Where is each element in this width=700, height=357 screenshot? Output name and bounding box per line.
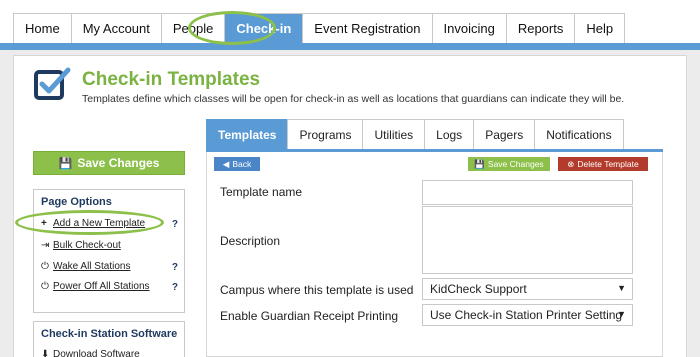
tab-templates[interactable]: Templates (206, 119, 289, 149)
nav-tab-check-in[interactable]: Check-in (224, 13, 303, 43)
nav-underline-bar (0, 43, 700, 50)
receipt-printing-label: Enable Guardian Receipt Printing (220, 309, 399, 323)
wake-stations-link[interactable]: ⏻ Wake All Stations (41, 261, 130, 272)
download-software-label: Download Software (53, 349, 140, 357)
description-textarea[interactable] (422, 206, 633, 274)
help-icon-add-template[interactable]: ? (172, 219, 178, 230)
download-icon: ⬇ (41, 349, 50, 357)
nav-tab-help[interactable]: Help (574, 13, 626, 43)
power-icon: ⏻ (41, 261, 49, 272)
checkbox-icon (34, 67, 71, 100)
nav-tab-people[interactable]: People (160, 13, 225, 43)
template-name-label: Template name (220, 185, 303, 199)
tab-notifications[interactable]: Notifications (534, 119, 624, 149)
save-icon: 💾 (474, 158, 485, 169)
nav-tab-my-account[interactable]: My Account (70, 13, 161, 43)
delete-template-button[interactable]: ⊗ Delete Template (558, 157, 648, 171)
campus-select-value: KidCheck Support (430, 282, 527, 296)
station-software-title: Check-in Station Software (41, 328, 178, 340)
campus-select[interactable]: KidCheck Support ▼ (422, 278, 633, 300)
template-name-input[interactable] (422, 180, 633, 205)
receipt-printing-select-value: Use Check-in Station Printer Setting (430, 308, 623, 322)
help-icon-power-off[interactable]: ? (172, 282, 178, 293)
receipt-printing-select[interactable]: Use Check-in Station Printer Setting ▼ (422, 304, 633, 326)
top-navigation: Home My Account People Check-in Event Re… (13, 13, 626, 43)
tab-programs[interactable]: Programs (287, 119, 364, 149)
back-arrow-icon: ◀ (222, 158, 230, 169)
nav-tab-reports[interactable]: Reports (505, 13, 575, 43)
bulk-checkout-label: Bulk Check-out (53, 240, 121, 251)
delete-template-label: Delete Template (577, 159, 639, 169)
nav-tab-home[interactable]: Home (13, 13, 71, 43)
add-template-link[interactable]: + Add a New Template (41, 218, 145, 229)
tab-logs[interactable]: Logs (424, 119, 475, 149)
power-off-stations-label: Power Off All Stations (53, 281, 150, 292)
campus-label: Campus where this template is used (220, 283, 414, 297)
tab-utilities[interactable]: Utilities (362, 119, 426, 149)
save-changes-label: Save Changes (77, 156, 160, 170)
tab-pagers[interactable]: Pagers (473, 119, 536, 149)
back-label: Back (232, 159, 252, 169)
power-icon: ⏻ (41, 281, 49, 292)
save-changes-button[interactable]: 💾 Save Changes (33, 151, 185, 175)
back-button[interactable]: ◀ Back (214, 157, 260, 171)
description-label: Description (220, 234, 281, 248)
save-icon: 💾 (58, 157, 73, 170)
save-changes-small-button[interactable]: 💾 Save Changes (468, 157, 550, 171)
page-options-title: Page Options (41, 196, 112, 208)
dropdown-caret-icon: ▼ (617, 283, 626, 293)
save-changes-small-label: Save Changes (487, 159, 544, 169)
delete-icon: ⊗ (567, 158, 575, 169)
nav-tab-event-registration[interactable]: Event Registration (302, 13, 432, 43)
page-options-box: Page Options + Add a New Template ? ⇥ Bu… (33, 189, 185, 313)
nav-tab-invoicing[interactable]: Invoicing (431, 13, 506, 43)
station-software-box: Check-in Station Software ⬇ Download Sof… (33, 321, 185, 357)
page-subtitle: Templates define which classes will be o… (82, 93, 625, 105)
plus-icon: + (41, 218, 47, 229)
wake-stations-label: Wake All Stations (53, 261, 131, 272)
add-template-label: Add a New Template (53, 218, 146, 229)
help-icon-wake-stations[interactable]: ? (172, 262, 178, 273)
bulk-checkout-link[interactable]: ⇥ Bulk Check-out (41, 240, 121, 251)
logout-icon: ⇥ (41, 240, 50, 251)
template-tabs: Templates Programs Utilities Logs Pagers… (206, 119, 624, 149)
download-software-link[interactable]: ⬇ Download Software (41, 349, 140, 357)
power-off-stations-link[interactable]: ⏻ Power Off All Stations (41, 281, 150, 292)
dropdown-caret-icon: ▼ (617, 309, 626, 319)
page-title: Check-in Templates (82, 69, 261, 90)
